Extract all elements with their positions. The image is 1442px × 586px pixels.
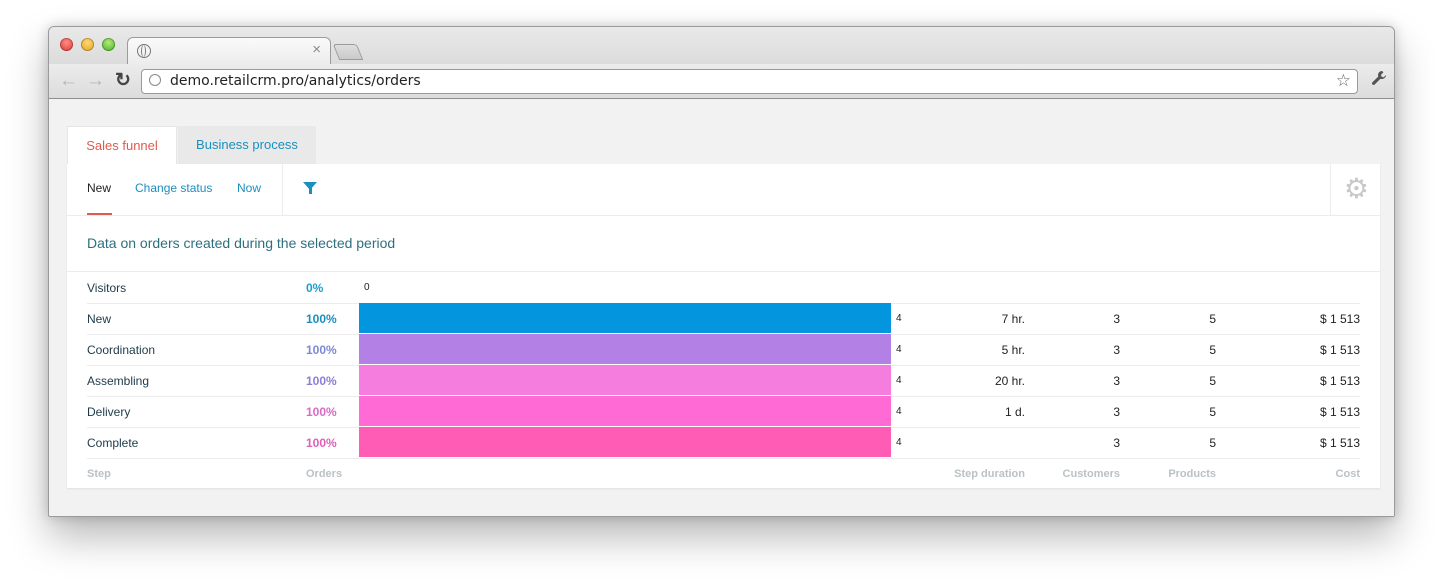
new-tab-button[interactable] (332, 44, 364, 60)
products-value: 5 (1209, 405, 1216, 419)
percent-value: 100% (306, 436, 337, 450)
step-label: Complete (87, 436, 139, 450)
percent-value: 100% (306, 374, 337, 388)
column-header-products: Products (1168, 468, 1216, 480)
percent-value: 100% (306, 312, 337, 326)
globe-icon (149, 74, 161, 86)
wrench-icon[interactable] (1371, 70, 1387, 92)
column-header-duration: Step duration (954, 468, 1025, 480)
column-header-orders: Orders (306, 468, 343, 480)
minimize-window-button[interactable] (81, 38, 94, 51)
close-window-button[interactable] (60, 38, 73, 51)
count-value: 0 (364, 282, 370, 293)
table-footer: Step Orders Step duration Customers Prod… (87, 458, 1360, 488)
zoom-window-button[interactable] (102, 38, 115, 51)
browser-chrome: × ← → ↻ demo.retailcrm.pro/analytics/ord… (49, 27, 1394, 99)
divider (282, 164, 283, 215)
customers-value: 3 (1113, 405, 1120, 419)
funnel-row: New 100% 4 7 hr. 3 5 $ 1 513 (87, 303, 1360, 335)
duration-value: 5 hr. (1001, 343, 1025, 357)
gear-icon[interactable]: ⚙ (1344, 174, 1369, 204)
tab-business-process[interactable]: Business process (178, 126, 316, 164)
count-value: 4 (896, 437, 902, 448)
funnel-bar (359, 334, 891, 364)
funnel-row: Delivery 100% 4 1 d. 3 5 $ 1 513 (87, 396, 1360, 428)
percent-value: 0% (306, 281, 324, 295)
back-arrow-icon[interactable]: ← (59, 71, 78, 91)
close-tab-icon[interactable]: × (312, 41, 321, 59)
filter-icon-stem (309, 188, 312, 194)
cost-value: $ 1 513 (1319, 312, 1360, 326)
url-text[interactable]: demo.retailcrm.pro/analytics/orders (170, 73, 421, 89)
column-header-customers: Customers (1062, 468, 1120, 480)
funnel-row: Complete 100% 4 3 5 $ 1 513 (87, 427, 1360, 459)
globe-icon (137, 44, 151, 58)
products-value: 5 (1209, 343, 1216, 357)
description: Data on orders created during the select… (87, 235, 396, 251)
tab-sales-funnel[interactable]: Sales funnel (67, 126, 177, 165)
count-value: 4 (896, 313, 902, 324)
count-value: 4 (896, 375, 902, 386)
duration-value: 7 hr. (1001, 312, 1025, 326)
browser-toolbar: ← → ↻ demo.retailcrm.pro/analytics/order… (49, 64, 1394, 98)
customers-value: 3 (1113, 312, 1120, 326)
step-label: New (87, 312, 112, 326)
products-value: 5 (1209, 436, 1216, 450)
cost-value: $ 1 513 (1319, 374, 1360, 388)
funnel-bar (359, 396, 891, 426)
percent-value: 100% (306, 405, 337, 419)
address-bar[interactable]: demo.retailcrm.pro/analytics/orders ☆ (141, 69, 1358, 94)
count-value: 4 (896, 344, 902, 355)
funnel-row: Coordination 100% 4 5 hr. 3 5 $ 1 513 (87, 334, 1360, 366)
cost-value: $ 1 513 (1319, 405, 1360, 419)
funnel-row-visitors: Visitors 0% 0 (87, 272, 1360, 304)
bookmark-star-icon[interactable]: ☆ (1336, 70, 1351, 92)
active-underline (87, 213, 112, 215)
column-header-step: Step (87, 468, 111, 480)
funnel-bar (359, 365, 891, 395)
funnel-bar (359, 303, 891, 333)
step-label: Delivery (87, 405, 131, 419)
step-label: Visitors (87, 281, 127, 295)
divider (1330, 164, 1331, 215)
percent-value: 100% (306, 343, 337, 357)
step-label: Coordination (87, 343, 156, 357)
customers-value: 3 (1113, 436, 1120, 450)
page-content: Sales funnel Business process New Change… (49, 99, 1394, 516)
count-value: 4 (896, 406, 902, 417)
subnav: New Change status Now ⚙ (67, 164, 1380, 216)
funnel-row: Assembling 100% 4 20 hr. 3 5 $ 1 513 (87, 365, 1360, 397)
subnav-new[interactable]: New (87, 181, 111, 195)
browser-tab[interactable]: × (127, 37, 331, 65)
browser-window: × ← → ↻ demo.retailcrm.pro/analytics/ord… (48, 26, 1395, 517)
customers-value: 3 (1113, 374, 1120, 388)
customers-value: 3 (1113, 343, 1120, 357)
cost-value: $ 1 513 (1319, 436, 1360, 450)
duration-value: 1 d. (1004, 405, 1025, 419)
reload-icon[interactable]: ↻ (115, 71, 131, 91)
subnav-change-status[interactable]: Change status (135, 181, 212, 195)
step-label: Assembling (87, 374, 150, 388)
column-header-cost: Cost (1335, 468, 1360, 480)
forward-arrow-icon[interactable]: → (86, 71, 105, 91)
cost-value: $ 1 513 (1319, 343, 1360, 357)
duration-value: 20 hr. (994, 374, 1025, 388)
funnel-panel: New Change status Now ⚙ Data on orders c… (67, 164, 1380, 488)
subnav-now[interactable]: Now (237, 181, 261, 195)
funnel-bar (359, 427, 891, 457)
products-value: 5 (1209, 312, 1216, 326)
products-value: 5 (1209, 374, 1216, 388)
